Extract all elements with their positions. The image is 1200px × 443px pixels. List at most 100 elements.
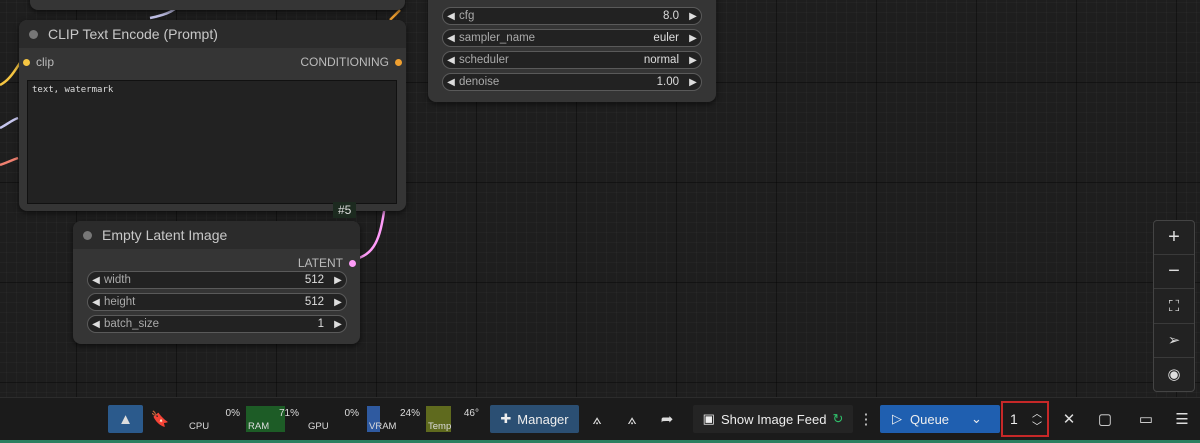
decrement-arrow-icon[interactable]: ◀ xyxy=(443,55,459,66)
conditioning-pin-icon[interactable] xyxy=(395,58,402,66)
ram-percent: 71% xyxy=(278,408,299,419)
show-image-feed-label: Show Image Feed xyxy=(720,411,827,427)
increment-arrow-icon[interactable]: ▶ xyxy=(330,297,346,308)
gpu-monitor: 0% GPU xyxy=(306,406,361,432)
canvas-zoom-controls: + − ⛶ ➢ ◉ xyxy=(1153,220,1195,392)
widget-value: 512 xyxy=(304,274,324,286)
unload-models-icon[interactable]: ⟑ xyxy=(584,405,610,433)
queue-button[interactable]: ▷ Queue ⌄ xyxy=(880,405,1000,433)
queue-label: Queue xyxy=(910,411,950,427)
ksampler-node[interactable]: ◀ cfg 8.0 ▶ ◀ sampler_name euler ▶ ◀ scheduler nor… xyxy=(428,0,716,102)
zoom-out-icon[interactable]: − xyxy=(1154,255,1194,290)
close-icon[interactable]: ✕ xyxy=(1056,405,1082,433)
puzzle-icon: ✚ xyxy=(500,411,512,426)
number-widget[interactable]: ◀ height 512 ▶ xyxy=(87,293,347,311)
cpu-label: CPU xyxy=(189,421,210,432)
increment-arrow-icon[interactable]: ▶ xyxy=(330,319,346,330)
gpu-label: GPU xyxy=(308,421,329,432)
decrement-arrow-icon[interactable]: ◀ xyxy=(88,275,104,286)
number-widget[interactable]: ◀ width 512 ▶ xyxy=(87,271,347,289)
decrement-arrow-icon[interactable]: ◀ xyxy=(443,77,459,88)
node-title: CLIP Text Encode (Prompt) xyxy=(48,26,218,42)
decrement-arrow-icon[interactable]: ◀ xyxy=(443,11,459,22)
widget-value: normal xyxy=(643,54,679,66)
share-icon[interactable]: ➦ xyxy=(654,405,680,433)
bookmark-icon[interactable]: 🔖 xyxy=(148,405,172,433)
temp-label: Temp xyxy=(428,421,452,432)
decrement-arrow-icon[interactable]: ◀ xyxy=(443,33,459,44)
slot-label: clip xyxy=(36,55,55,69)
locate-icon[interactable]: ➢ xyxy=(1154,324,1194,358)
number-widget[interactable]: ◀ cfg 8.0 ▶ xyxy=(442,7,702,25)
batch-count-input[interactable]: 1 ︿ ﹀ xyxy=(1001,401,1049,437)
widget-value: 1.00 xyxy=(656,76,679,88)
decrement-icon[interactable]: ﹀ xyxy=(1032,418,1042,433)
node-title-bar[interactable]: Empty Latent Image xyxy=(73,221,360,249)
cpu-percent: 0% xyxy=(225,408,240,419)
node-title-bar[interactable]: CLIP Text Encode (Prompt) xyxy=(19,20,406,48)
widget-label: batch_size xyxy=(104,318,159,330)
zoom-in-icon[interactable]: + xyxy=(1154,221,1194,256)
widget-value: 8.0 xyxy=(663,10,679,22)
link-wire xyxy=(0,156,19,167)
manager-label: Manager xyxy=(517,411,569,427)
collapse-dot-icon[interactable] xyxy=(83,230,92,240)
manager-button[interactable]: ✚ Manager xyxy=(490,405,579,433)
play-icon: ▷ xyxy=(892,411,902,426)
clip-pin-icon[interactable] xyxy=(23,58,30,66)
number-widget[interactable]: ◀ denoise 1.00 ▶ xyxy=(442,73,702,91)
clip-text-encode-node[interactable]: CLIP Text Encode (Prompt) clip CONDITION… xyxy=(19,20,406,218)
vram-monitor: 24% VRAM xyxy=(367,406,422,432)
visibility-icon[interactable]: ◉ xyxy=(1154,358,1194,391)
prompt-textarea[interactable]: text, watermark xyxy=(27,80,397,204)
output-slot-latent[interactable]: LATENT xyxy=(298,256,356,270)
gpu-percent: 0% xyxy=(344,408,359,419)
free-memory-icon[interactable]: ⟑ xyxy=(619,405,645,433)
slot-label: CONDITIONING xyxy=(300,55,389,69)
node-title: Empty Latent Image xyxy=(102,227,228,243)
slot-label: LATENT xyxy=(297,256,343,270)
widget-label: height xyxy=(104,296,136,308)
vram-label: VRAM xyxy=(369,421,397,432)
increment-arrow-icon[interactable]: ▶ xyxy=(330,275,346,286)
ram-label: RAM xyxy=(248,421,270,432)
number-widget[interactable]: ◀ scheduler normal ▶ xyxy=(442,51,702,69)
fit-view-icon[interactable]: ⛶ xyxy=(1154,289,1194,324)
output-slot-conditioning[interactable]: CONDITIONING xyxy=(300,55,402,69)
comfy-logo-icon[interactable]: ▲ xyxy=(108,405,143,433)
widget-label: denoise xyxy=(459,76,500,88)
refresh-icon: ↻ xyxy=(832,411,844,426)
link-wire xyxy=(389,9,401,21)
menu-icon[interactable]: ☰ xyxy=(1169,405,1195,433)
image-feed-icon: ▣ xyxy=(702,411,715,426)
drag-handle-icon[interactable]: ⋮ xyxy=(859,405,874,433)
temp-monitor: 46° Temp xyxy=(426,406,481,432)
collapse-dot-icon[interactable] xyxy=(29,29,38,39)
vram-percent: 24% xyxy=(399,408,420,419)
partial-node-top-left[interactable] xyxy=(30,0,405,10)
batch-count-value: 1 xyxy=(1010,411,1018,427)
widget-label: width xyxy=(104,274,131,286)
input-slot-clip[interactable]: clip xyxy=(23,55,54,69)
increment-arrow-icon[interactable]: ▶ xyxy=(685,11,701,22)
decrement-arrow-icon[interactable]: ◀ xyxy=(88,297,104,308)
window-icon[interactable]: ▢ xyxy=(1092,405,1118,433)
widget-value: 512 xyxy=(304,296,324,308)
widget-value: 1 xyxy=(317,318,324,330)
show-image-feed-button[interactable]: ▣ Show Image Feed ↻ xyxy=(693,405,853,433)
increment-arrow-icon[interactable]: ▶ xyxy=(685,77,701,88)
chevron-down-icon[interactable]: ⌄ xyxy=(971,411,982,427)
empty-latent-image-node[interactable]: Empty Latent Image LATENT ◀ width 512 ▶ ◀ hei… xyxy=(73,221,360,344)
panel-icon[interactable]: ▭ xyxy=(1133,405,1159,433)
latent-pin-icon[interactable] xyxy=(349,259,356,267)
bottom-toolbar: ▲ 🔖 0% CPU 71% RAM 0% GPU 24% VRAM 46° T… xyxy=(0,397,1200,443)
number-widget[interactable]: ◀ sampler_name euler ▶ xyxy=(442,29,702,47)
ram-monitor: 71% RAM xyxy=(246,406,301,432)
increment-arrow-icon[interactable]: ▶ xyxy=(685,55,701,66)
increment-arrow-icon[interactable]: ▶ xyxy=(685,33,701,44)
widget-label: sampler_name xyxy=(459,32,536,44)
widget-value: euler xyxy=(653,32,679,44)
decrement-arrow-icon[interactable]: ◀ xyxy=(88,319,104,330)
link-wire xyxy=(0,116,19,130)
number-widget[interactable]: ◀ batch_size 1 ▶ xyxy=(87,315,347,333)
